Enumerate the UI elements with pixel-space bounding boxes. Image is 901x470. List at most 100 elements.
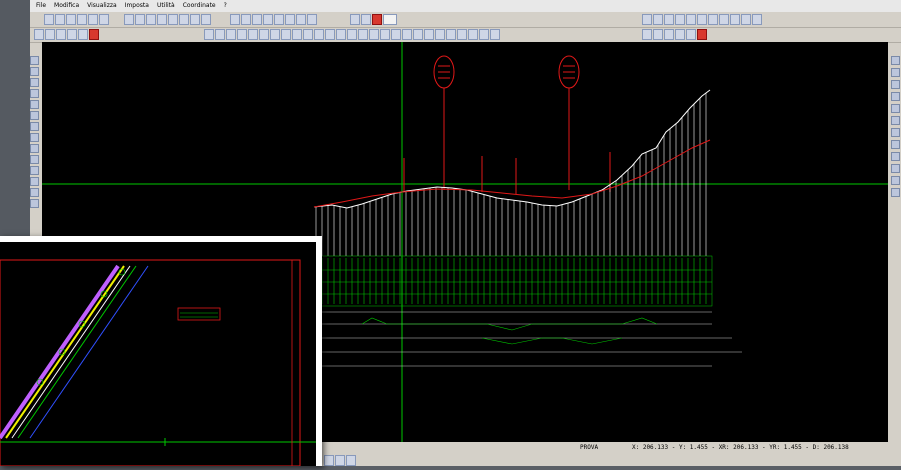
- menu-utilita[interactable]: Utilità: [157, 0, 175, 12]
- left-tool-13-icon[interactable]: [30, 188, 39, 197]
- properties-icon[interactable]: [274, 14, 284, 25]
- edit-5-icon[interactable]: [248, 29, 258, 40]
- edit-4-icon[interactable]: [237, 29, 247, 40]
- right-tool-5-icon[interactable]: [890, 104, 900, 113]
- tool-2-icon[interactable]: [653, 14, 663, 25]
- left-tool-9-icon[interactable]: [30, 144, 39, 153]
- edit-8-icon[interactable]: [281, 29, 291, 40]
- tool-6-icon[interactable]: [697, 14, 707, 25]
- edit-19-icon[interactable]: [402, 29, 412, 40]
- settings-icon[interactable]: [350, 14, 360, 25]
- left-tool-14-icon[interactable]: [30, 199, 39, 208]
- regen-icon[interactable]: [201, 14, 211, 25]
- left-tool-8-icon[interactable]: [30, 133, 39, 142]
- tool-4-icon[interactable]: [675, 14, 685, 25]
- zoom-in-icon[interactable]: [168, 14, 178, 25]
- left-tool-11-icon[interactable]: [30, 166, 39, 175]
- zoom-window-icon[interactable]: [124, 14, 134, 25]
- edit-2-icon[interactable]: [215, 29, 225, 40]
- edit-24-icon[interactable]: [457, 29, 467, 40]
- zoom-out-icon[interactable]: [179, 14, 189, 25]
- left-tool-1-icon[interactable]: [30, 56, 39, 65]
- tool-9-icon[interactable]: [730, 14, 740, 25]
- tool-8-icon[interactable]: [719, 14, 729, 25]
- tool-7-icon[interactable]: [708, 14, 718, 25]
- layer-lock-icon[interactable]: [263, 14, 273, 25]
- draw-3-icon[interactable]: [56, 29, 66, 40]
- new-icon[interactable]: [44, 14, 54, 25]
- layer-on-icon[interactable]: [241, 14, 251, 25]
- edit-27-icon[interactable]: [490, 29, 500, 40]
- filter-icon[interactable]: [335, 455, 345, 466]
- right-tool-2-icon[interactable]: [890, 68, 900, 77]
- menu-coordinate[interactable]: Coordinate: [183, 0, 216, 12]
- grid-icon[interactable]: [307, 14, 317, 25]
- measure-icon[interactable]: [296, 14, 306, 25]
- misc-3-icon[interactable]: [664, 29, 674, 40]
- draw-4-icon[interactable]: [67, 29, 77, 40]
- misc-6-icon[interactable]: [697, 29, 707, 40]
- right-tool-4-icon[interactable]: [890, 92, 900, 101]
- menu-imposta[interactable]: Imposta: [125, 0, 149, 12]
- left-tool-4-icon[interactable]: [30, 89, 39, 98]
- right-tool-7-icon[interactable]: [890, 128, 900, 137]
- right-tool-6-icon[interactable]: [890, 116, 900, 125]
- tool-11-icon[interactable]: [752, 14, 762, 25]
- menu-visualizza[interactable]: Visualizza: [87, 0, 117, 12]
- right-tool-1-icon[interactable]: [890, 56, 900, 65]
- bottom-tool-3-icon[interactable]: [346, 455, 356, 466]
- edit-13-icon[interactable]: [336, 29, 346, 40]
- edit-14-icon[interactable]: [347, 29, 357, 40]
- layer-icon[interactable]: [230, 14, 240, 25]
- edit-12-icon[interactable]: [325, 29, 335, 40]
- pencil-icon[interactable]: [89, 29, 99, 40]
- edit-23-icon[interactable]: [446, 29, 456, 40]
- right-tool-9-icon[interactable]: [890, 152, 900, 161]
- left-tool-10-icon[interactable]: [30, 155, 39, 164]
- edit-17-icon[interactable]: [380, 29, 390, 40]
- edit-6-icon[interactable]: [259, 29, 269, 40]
- edit-16-icon[interactable]: [369, 29, 379, 40]
- menu-modifica[interactable]: Modifica: [54, 0, 79, 12]
- right-tool-8-icon[interactable]: [890, 140, 900, 149]
- tool-10-icon[interactable]: [741, 14, 751, 25]
- edit-11-icon[interactable]: [314, 29, 324, 40]
- edit-1-icon[interactable]: [204, 29, 214, 40]
- edit-9-icon[interactable]: [292, 29, 302, 40]
- tool-1-icon[interactable]: [642, 14, 652, 25]
- edit-10-icon[interactable]: [303, 29, 313, 40]
- open-icon[interactable]: [55, 14, 65, 25]
- cut-icon[interactable]: [88, 14, 98, 25]
- right-tool-11-icon[interactable]: [890, 176, 900, 185]
- edit-3-icon[interactable]: [226, 29, 236, 40]
- match-icon[interactable]: [285, 14, 295, 25]
- edit-7-icon[interactable]: [270, 29, 280, 40]
- tool-5-icon[interactable]: [686, 14, 696, 25]
- right-tool-12-icon[interactable]: [890, 188, 900, 197]
- draw-1-icon[interactable]: [34, 29, 44, 40]
- zoom-extents-icon[interactable]: [135, 14, 145, 25]
- misc-2-icon[interactable]: [653, 29, 663, 40]
- edit-25-icon[interactable]: [468, 29, 478, 40]
- print-icon[interactable]: [77, 14, 87, 25]
- misc-4-icon[interactable]: [675, 29, 685, 40]
- menu-file[interactable]: File: [36, 0, 46, 12]
- layer-off-icon[interactable]: [252, 14, 262, 25]
- right-tool-10-icon[interactable]: [890, 164, 900, 173]
- pan-icon[interactable]: [157, 14, 167, 25]
- zoom-previous-icon[interactable]: [146, 14, 156, 25]
- color-red-icon[interactable]: [372, 14, 382, 25]
- left-tool-2-icon[interactable]: [30, 67, 39, 76]
- copy-icon[interactable]: [99, 14, 109, 25]
- left-tool-3-icon[interactable]: [30, 78, 39, 87]
- menu-help[interactable]: ?: [224, 0, 227, 12]
- left-tool-12-icon[interactable]: [30, 177, 39, 186]
- edit-21-icon[interactable]: [424, 29, 434, 40]
- tool-3-icon[interactable]: [664, 14, 674, 25]
- draw-5-icon[interactable]: [78, 29, 88, 40]
- edit-20-icon[interactable]: [413, 29, 423, 40]
- left-tool-6-icon[interactable]: [30, 111, 39, 120]
- left-tool-5-icon[interactable]: [30, 100, 39, 109]
- edit-18-icon[interactable]: [391, 29, 401, 40]
- misc-1-icon[interactable]: [642, 29, 652, 40]
